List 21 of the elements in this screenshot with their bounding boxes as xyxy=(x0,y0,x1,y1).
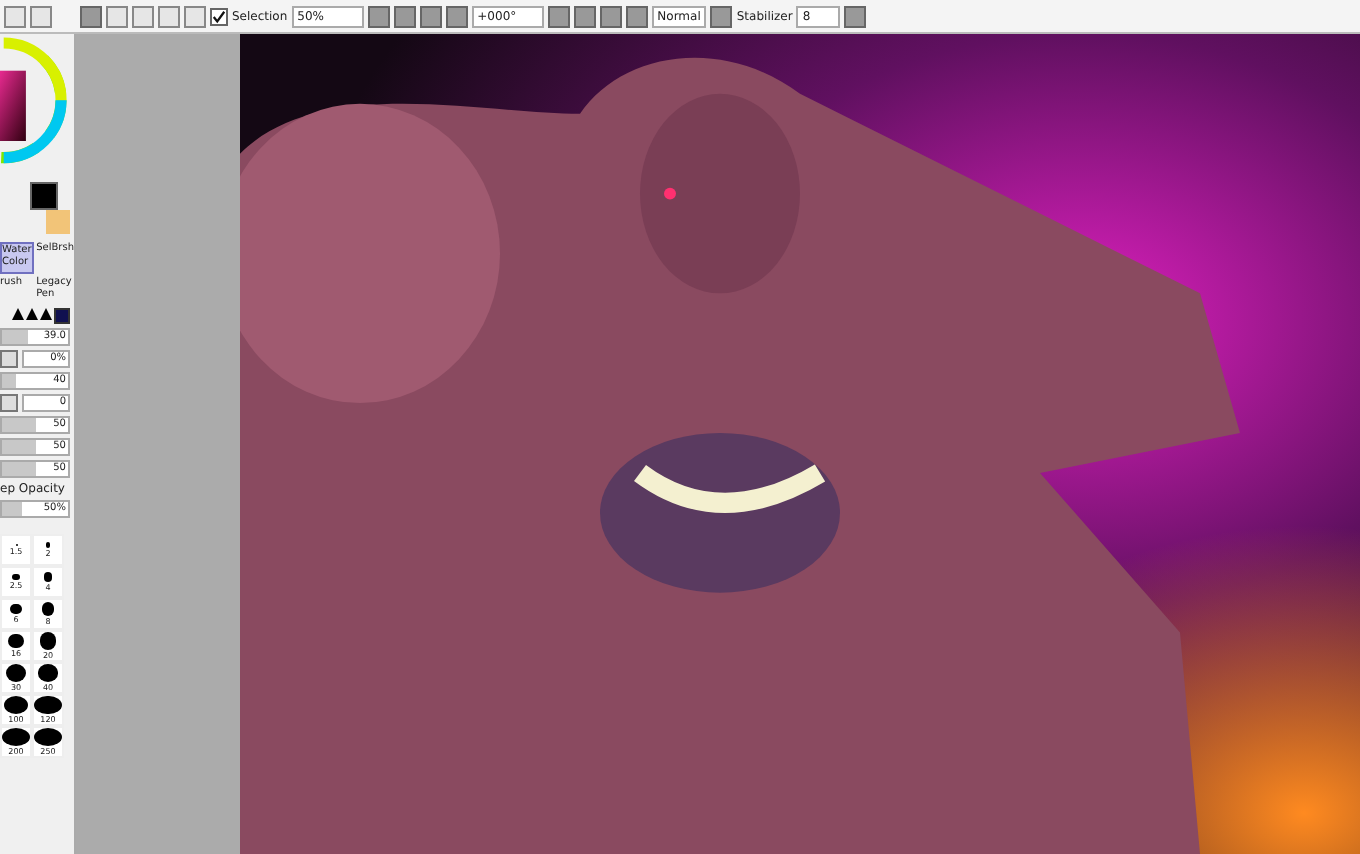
toolbar-button[interactable] xyxy=(844,5,867,27)
toolbar-button[interactable] xyxy=(132,5,154,27)
toolbar-button[interactable] xyxy=(445,5,468,27)
toolbar-button[interactable] xyxy=(158,5,180,27)
toolbar-button[interactable] xyxy=(80,5,102,27)
toolbar-button[interactable] xyxy=(710,5,733,27)
selection-checkbox[interactable] xyxy=(210,7,228,25)
toolbar-button[interactable] xyxy=(419,5,442,27)
toolbar-button[interactable] xyxy=(30,5,52,27)
toolbar-button[interactable] xyxy=(599,5,622,27)
toggle-button[interactable] xyxy=(0,394,18,412)
toolbar-button[interactable] xyxy=(367,5,390,27)
toolbar-button[interactable] xyxy=(106,5,128,27)
toolbar-button[interactable] xyxy=(573,5,596,27)
toolbar-button[interactable] xyxy=(547,5,570,27)
toolbar-button[interactable] xyxy=(4,5,26,27)
primary-color-swatch[interactable] xyxy=(30,182,58,210)
toolbar-button[interactable] xyxy=(625,5,648,27)
toggle-button[interactable] xyxy=(0,350,18,368)
toolbar-button[interactable] xyxy=(393,5,416,27)
secondary-color-swatch[interactable] xyxy=(46,210,70,234)
